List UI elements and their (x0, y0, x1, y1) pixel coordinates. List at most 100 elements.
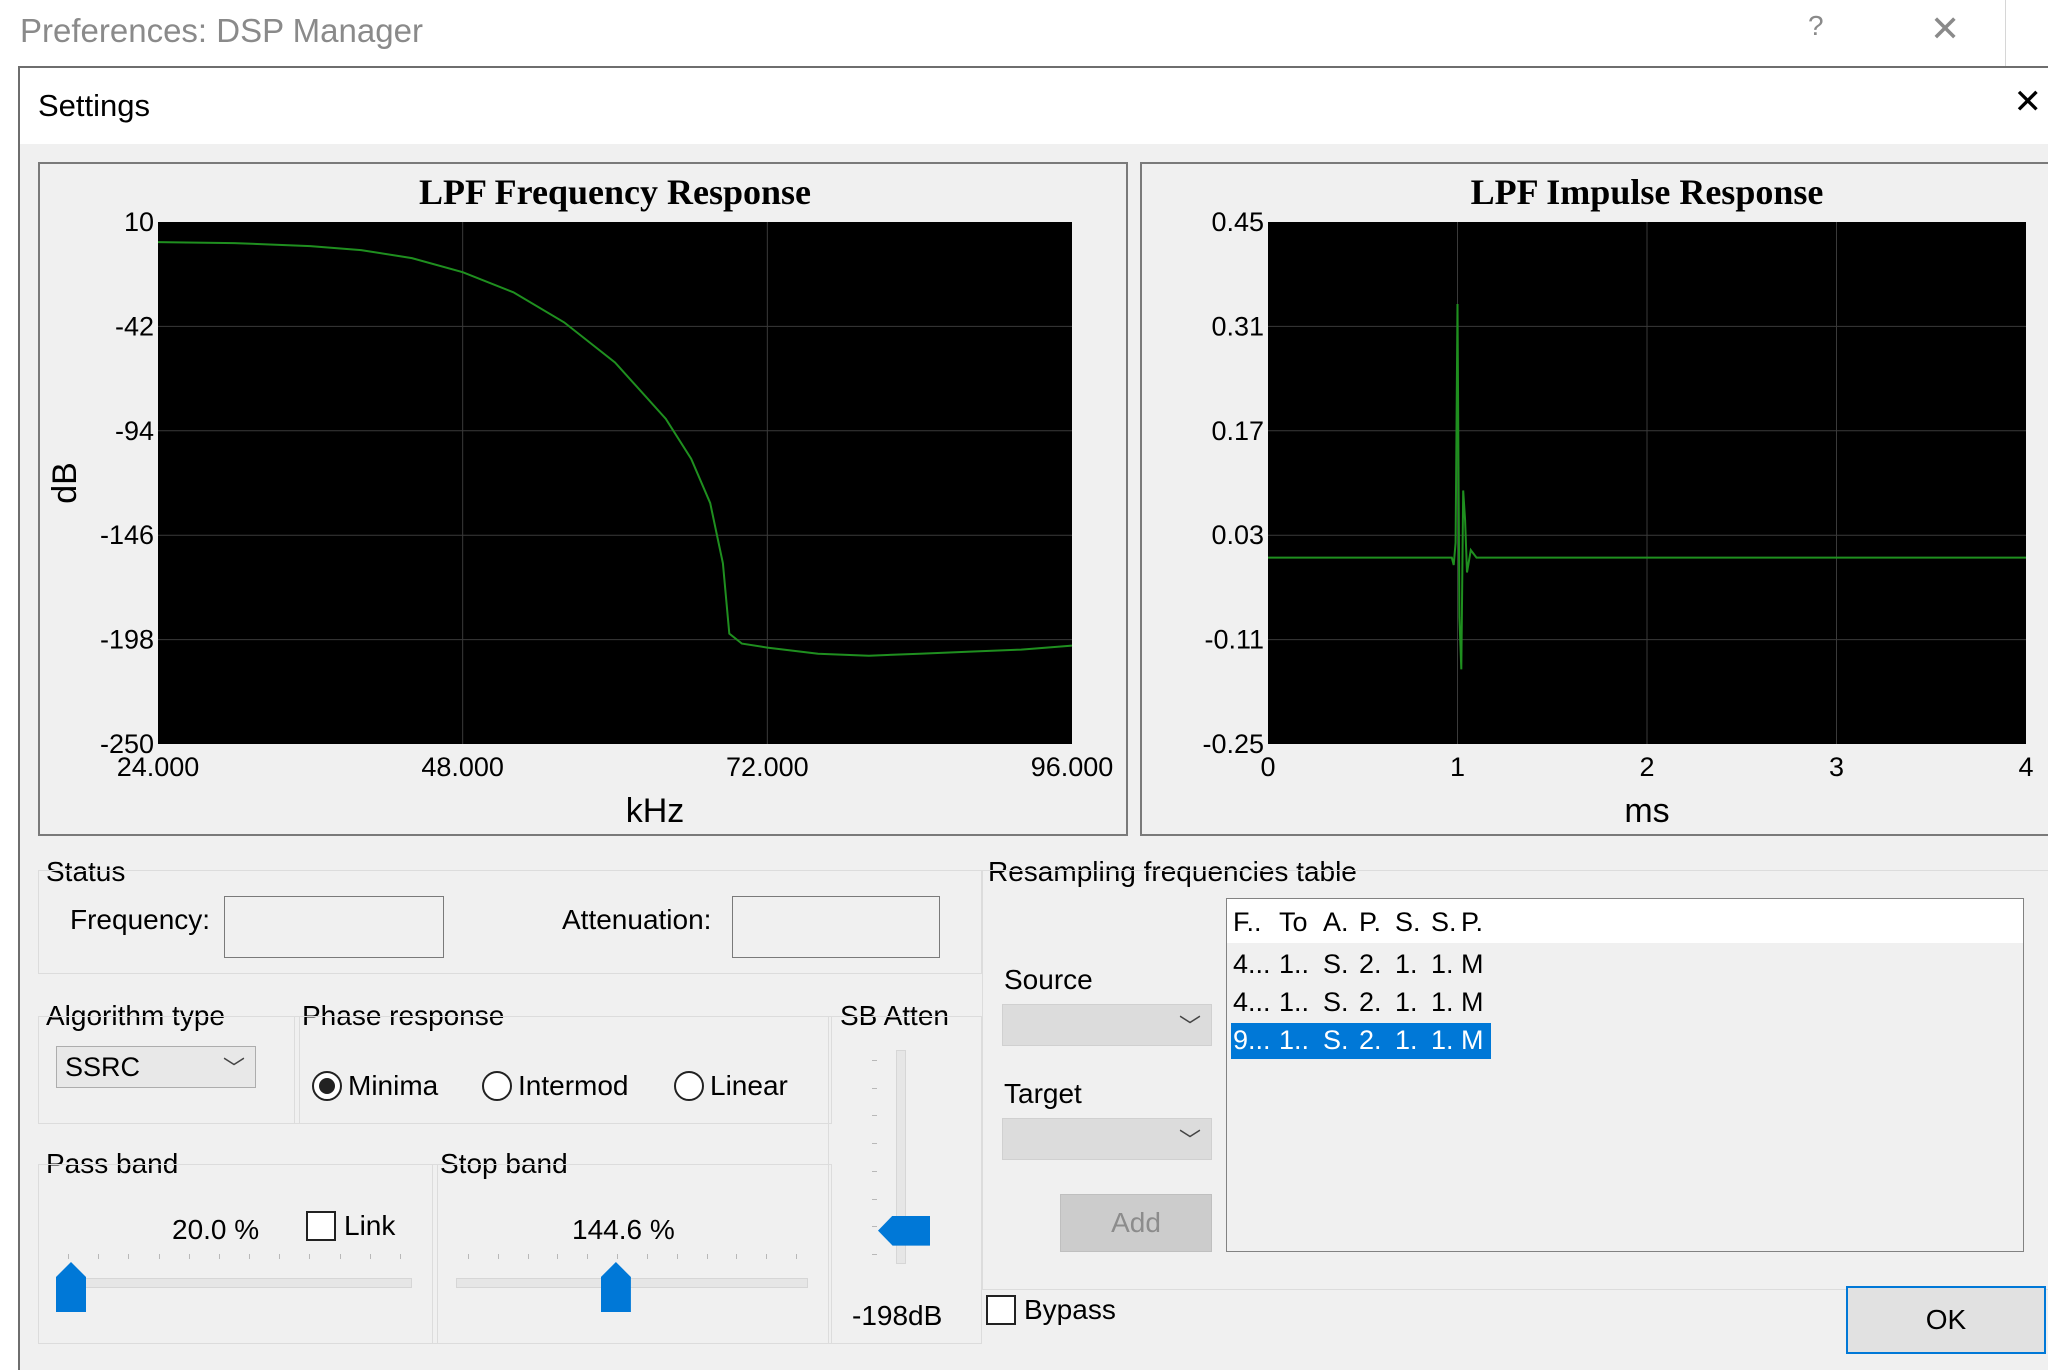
list-cell: 1. (1395, 1025, 1418, 1055)
list-item-selected[interactable]: 9... 1.. S. 2. 1. 1. M (1231, 1023, 1491, 1059)
column-header[interactable]: F.. (1233, 907, 1262, 938)
slider-tick (766, 1254, 768, 1259)
slider-tick (68, 1254, 69, 1259)
dialog-title: Settings (38, 88, 151, 123)
x-axis-label: kHz (626, 792, 685, 830)
list-cell: 1. (1395, 987, 1418, 1017)
target-select[interactable]: ﹀ (1002, 1118, 1212, 1160)
list-cell: 1.. (1279, 1025, 1310, 1055)
frequency-response-plot: LPF Frequency Response24.000 48.000 72.000… (46, 172, 1114, 830)
x-tick-label: 72.000 (726, 752, 809, 782)
y-tick-label: -198 (100, 625, 154, 655)
slider-tick (249, 1254, 251, 1259)
y-tick-label: 10 (124, 207, 154, 237)
slider-thumb[interactable] (56, 1262, 86, 1312)
attenuation-field[interactable] (732, 896, 940, 958)
algorithm-type-value: SSRC (65, 1052, 141, 1082)
link-checkbox[interactable]: Link (306, 1210, 395, 1242)
slider-tick (188, 1254, 190, 1259)
list-cell: S. (1323, 949, 1349, 979)
slider-tick (872, 1254, 877, 1255)
column-header[interactable]: To (1279, 907, 1308, 938)
stop-band-value: 144.6 % (572, 1214, 675, 1245)
list-cell: 2. (1359, 987, 1382, 1017)
y-tick-label: -94 (115, 416, 154, 446)
column-header[interactable]: S. (1395, 907, 1421, 938)
bypass-checkbox[interactable]: Bypass (986, 1294, 1116, 1326)
checkbox-box (306, 1211, 336, 1241)
list-header: F.. To A. P. S. S. P. (1227, 899, 2023, 943)
phase-minima-radio[interactable]: Minima (312, 1070, 438, 1102)
radio-circle (674, 1071, 704, 1101)
list-cell: S. (1323, 987, 1349, 1017)
list-cell: 1. (1431, 949, 1454, 979)
column-header[interactable]: A. (1323, 907, 1349, 938)
algorithm-type-select[interactable]: SSRC ﹀ (56, 1046, 256, 1088)
y-tick-label: 0.31 (1211, 311, 1264, 341)
chevron-down-icon: ﹀ (1178, 1128, 1201, 1153)
plot-area (158, 222, 1072, 744)
list-cell: 2. (1359, 1025, 1382, 1055)
slider-tick (369, 1254, 371, 1259)
add-button[interactable]: Add (1060, 1194, 1212, 1252)
ok-button-visible[interactable]: OK (1846, 1286, 2046, 1354)
slider-thumb[interactable] (878, 1215, 930, 1246)
slider-tick (736, 1254, 738, 1259)
phase-linear-radio[interactable]: Linear (674, 1070, 788, 1102)
slider-tick (617, 1254, 619, 1259)
list-cell: 2. (1359, 949, 1382, 979)
resampling-list[interactable]: F.. To A. P. S. S. P. 4... 1.. S. 2. 1. … (1226, 898, 2024, 1252)
list-cell: M (1461, 949, 1484, 979)
list-cell: S. (1323, 1025, 1349, 1055)
list-cell: 1. (1431, 1025, 1454, 1055)
window-close-icon[interactable]: ✕ (1930, 8, 1960, 50)
slider-thumb[interactable] (600, 1262, 631, 1312)
x-tick-label: 4 (2018, 752, 2033, 782)
radio-circle-checked (312, 1071, 342, 1101)
slider-tick (98, 1254, 100, 1259)
phase-intermod-radio[interactable]: Intermod (482, 1070, 629, 1102)
bypass-label: Bypass (1024, 1294, 1116, 1325)
target-label: Target (1004, 1078, 1082, 1109)
slider-tick (872, 1087, 877, 1089)
list-item[interactable]: 4... 1.. S. 2. 1. 1. M (1231, 985, 1491, 1021)
slider-tick (872, 1060, 877, 1061)
pass-band-value: 20.0 % (172, 1214, 260, 1245)
chart-title: LPF Impulse Response (1471, 172, 1824, 212)
attenuation-label: Attenuation: (562, 904, 712, 935)
slider-tick (872, 1115, 877, 1117)
slider-tick (339, 1254, 341, 1259)
column-header[interactable]: S. (1431, 907, 1457, 938)
stop-band-slider[interactable] (456, 1254, 808, 1314)
phase-minima-label: Minima (348, 1070, 439, 1101)
list-cell: 1. (1395, 949, 1418, 979)
y-axis-label: dB (46, 462, 84, 504)
dialog-close-icon[interactable]: ✕ (2014, 82, 2043, 122)
sb-atten-slider[interactable] (860, 1050, 940, 1264)
column-header[interactable]: P. (1359, 907, 1381, 938)
list-cell: 1. (1431, 987, 1454, 1017)
help-icon[interactable]: ? (1808, 10, 1824, 42)
sb-atten-value: -198dB (852, 1300, 943, 1331)
source-select[interactable]: ﹀ (1002, 1004, 1212, 1046)
slider-tick (497, 1254, 499, 1259)
list-cell: 1.. (1279, 949, 1310, 979)
chart-title: LPF Frequency Response (419, 172, 811, 212)
x-axis-label: ms (1624, 792, 1669, 830)
radio-circle (482, 1071, 512, 1101)
y-tick-label: -0.25 (1202, 729, 1264, 759)
pass-band-slider[interactable] (56, 1254, 412, 1314)
column-header[interactable]: P. (1461, 907, 1483, 938)
slider-tick (872, 1226, 877, 1228)
slider-tick (872, 1198, 877, 1200)
x-tick-label: 96.000 (1031, 752, 1114, 782)
impulse-response-chart: LPF Impulse Response 0 1 2 3 4 0.45 0.31 0.17 0.0… (1140, 162, 2048, 836)
x-tick-label: 3 (1829, 752, 1844, 782)
slider-tick (158, 1254, 160, 1259)
slider-tick (400, 1254, 401, 1259)
slider-tick (468, 1254, 469, 1259)
list-cell: M (1461, 1025, 1484, 1055)
frequency-field[interactable] (224, 896, 444, 958)
list-item[interactable]: 4... 1.. S. 2. 1. 1. M (1231, 947, 1491, 983)
frequency-response-chart: LPF Frequency Response 24.000 48.000 72.000… (38, 162, 1128, 836)
